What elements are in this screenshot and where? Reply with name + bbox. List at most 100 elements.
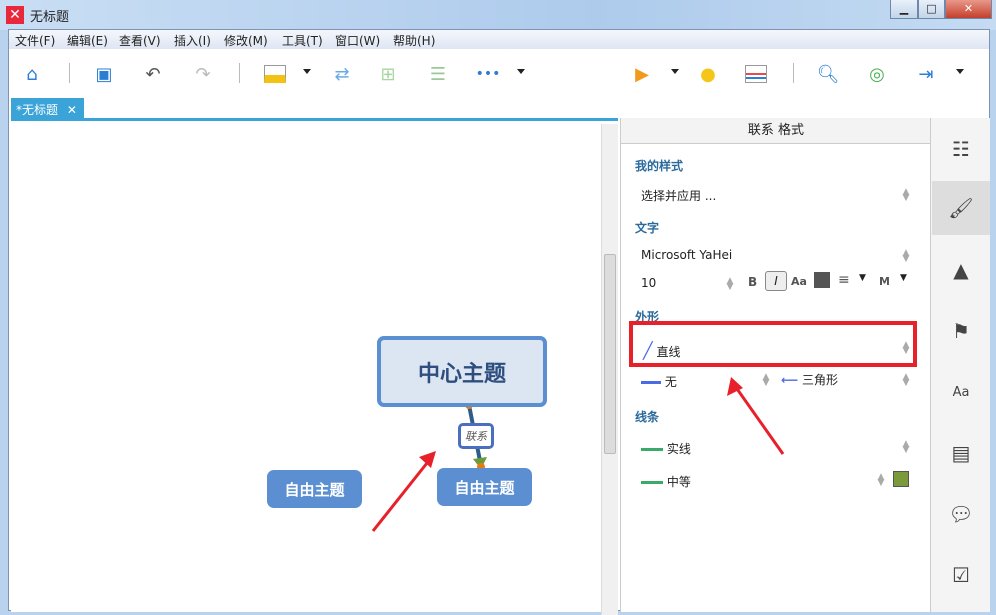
floating-topic[interactable]: 自由主题 xyxy=(267,470,362,508)
gantt-icon[interactable] xyxy=(743,61,769,87)
boundary-icon[interactable]: ⊞ xyxy=(375,61,401,87)
text-align-button[interactable]: ≡ xyxy=(838,272,850,288)
tab-strip: *无标题 ✕ xyxy=(9,97,989,119)
annotation-arrow xyxy=(727,377,785,455)
topic-icon[interactable] xyxy=(262,61,288,87)
divider xyxy=(793,63,794,83)
minimize-button[interactable]: ▁ xyxy=(890,0,918,19)
undo-icon[interactable]: ↶ xyxy=(140,61,166,87)
line-pattern-select[interactable]: 实线 xyxy=(641,440,691,457)
text-color-swatch[interactable] xyxy=(814,272,830,288)
central-topic[interactable]: 中心主题 xyxy=(377,336,547,407)
style-select[interactable]: 选择并应用 ... xyxy=(641,187,921,204)
save-icon[interactable]: ▣ xyxy=(91,61,117,87)
tab-untitled[interactable]: *无标题 ✕ xyxy=(11,98,84,119)
menu-edit[interactable]: 编辑(E) xyxy=(67,32,108,49)
close-button[interactable]: ✕ xyxy=(945,0,992,19)
home-icon[interactable]: ⌂ xyxy=(19,61,45,87)
style-spinner-icon[interactable]: ▲ ▼ xyxy=(902,188,910,203)
presentation-icon[interactable]: ▶ xyxy=(629,61,655,87)
section-line: 线条 xyxy=(635,410,660,424)
menu-help[interactable]: 帮助(H) xyxy=(393,32,435,49)
straight-line-icon: ╱ xyxy=(643,341,653,360)
window-title: 无标题 xyxy=(30,10,70,25)
summary-icon[interactable]: ☰ xyxy=(425,61,451,87)
line-shape-select[interactable]: ╱ 直线 xyxy=(643,341,680,360)
end-arrow-value: 三角形 xyxy=(802,373,839,387)
font-family-select[interactable]: Microsoft YaHei xyxy=(641,248,732,262)
menu-bar: 文件(F) 编辑(E) 查看(V) 插入(I) 修改(M) 工具(T) 窗口(W… xyxy=(9,30,989,49)
brainstorm-bulb-icon[interactable]: ● xyxy=(695,61,721,87)
redo-icon[interactable]: ↷ xyxy=(190,61,216,87)
font-size-spinner-icon[interactable]: ▲ ▼ xyxy=(726,277,734,292)
start-arrow-value: 无 xyxy=(664,375,677,389)
bold-button[interactable]: B xyxy=(748,275,757,289)
align-dropdown-icon[interactable]: ▼ xyxy=(859,273,866,283)
format-panel: 联系 格式 我的样式 选择并应用 ... ▲ ▼ 文字 Microsoft YaH… xyxy=(620,118,931,612)
annotation-arrow xyxy=(371,457,433,532)
panel-title: 联系 格式 xyxy=(621,118,931,144)
export-dropdown-icon[interactable] xyxy=(956,69,964,74)
share-icon[interactable]: ◎ xyxy=(864,61,890,87)
line-width-select[interactable]: 中等 xyxy=(641,473,691,490)
search-icon[interactable]: 🔍︎ xyxy=(815,61,841,87)
weight-dropdown-icon[interactable]: ▼ xyxy=(900,273,907,283)
floating-topic[interactable]: 自由主题 xyxy=(437,468,532,506)
line-icon xyxy=(641,381,661,384)
line-pattern-value: 实线 xyxy=(666,442,691,456)
more-dropdown-icon[interactable] xyxy=(517,69,525,74)
solid-line-icon xyxy=(641,448,663,451)
line-width-icon xyxy=(641,481,663,484)
more-icon[interactable]: ••• xyxy=(475,61,501,87)
relationship-icon[interactable]: ⇄ xyxy=(329,61,355,87)
image-icon[interactable]: ▲ xyxy=(932,243,990,297)
task-icon[interactable]: ☑ xyxy=(932,548,990,602)
divider xyxy=(239,63,240,83)
menu-modify[interactable]: 修改(M) xyxy=(224,32,268,49)
maximize-button[interactable]: □ xyxy=(918,0,945,19)
presentation-dropdown-icon[interactable] xyxy=(671,69,679,74)
relationship-label[interactable]: 联系 xyxy=(458,423,494,449)
menu-view[interactable]: 查看(V) xyxy=(119,32,161,49)
format-brush-icon[interactable]: 🖌︎ xyxy=(932,181,990,235)
mind-map-canvas[interactable]: 中心主题 联系 自由主题 自由主题 xyxy=(11,118,618,615)
font-size-field[interactable]: 10 xyxy=(641,276,656,290)
line-shape-spinner-icon[interactable]: ▲ ▼ xyxy=(902,341,910,356)
line-shape-value: 直线 xyxy=(656,345,681,359)
text-style-icon[interactable]: Aa xyxy=(932,365,990,419)
menu-insert[interactable]: 插入(I) xyxy=(174,32,211,49)
comment-icon[interactable]: 💬︎ xyxy=(932,487,990,541)
font-weight-button[interactable]: M xyxy=(879,275,890,288)
toolbar: ⌂ ▣ ↶ ↷ ⇄ ⊞ ☰ ••• ▶ ● 🔍︎ ◎ ⇥ xyxy=(9,49,989,97)
scrollbar-thumb[interactable] xyxy=(604,254,616,454)
app-logo-icon: ✕ xyxy=(6,6,24,24)
menu-window[interactable]: 窗口(W) xyxy=(335,32,380,49)
right-sidebar: ☷ 🖌︎ ▲ ⚑ Aa ▤ 💬︎ ☑ xyxy=(930,118,990,612)
export-icon[interactable]: ⇥ xyxy=(913,61,939,87)
end-arrow-spinner-icon[interactable]: ▲ ▼ xyxy=(902,373,910,388)
italic-button[interactable]: I xyxy=(765,271,787,291)
section-my-style: 我的样式 xyxy=(635,159,684,173)
line-color-swatch[interactable] xyxy=(893,471,909,487)
section-text: 文字 xyxy=(635,221,660,235)
tab-label: *无标题 xyxy=(16,103,59,117)
tab-close-icon[interactable]: ✕ xyxy=(67,103,77,117)
topic-dropdown-icon[interactable] xyxy=(303,69,311,74)
line-pattern-spinner-icon[interactable]: ▲ ▼ xyxy=(902,440,910,455)
outline-icon[interactable]: ☷ xyxy=(932,122,990,176)
divider xyxy=(69,63,70,83)
text-case-button[interactable]: Aa xyxy=(791,275,807,288)
line-width-value: 中等 xyxy=(666,475,691,489)
menu-tools[interactable]: 工具(T) xyxy=(282,32,323,49)
marker-flag-icon[interactable]: ⚑ xyxy=(932,304,990,358)
notes-icon[interactable]: ▤ xyxy=(932,426,990,480)
menu-file[interactable]: 文件(F) xyxy=(15,32,55,49)
title-bar: ✕ 无标题 ▁ □ ✕ xyxy=(0,0,996,30)
line-width-spinner-icon[interactable]: ▲ ▼ xyxy=(877,473,885,488)
annotation-arrowhead xyxy=(419,451,436,468)
vertical-scrollbar[interactable] xyxy=(601,124,618,615)
app-window: 文件(F) 编辑(E) 查看(V) 插入(I) 修改(M) 工具(T) 窗口(W… xyxy=(8,29,990,615)
font-spinner-icon[interactable]: ▲ ▼ xyxy=(902,249,910,264)
start-arrow-select[interactable]: 无 xyxy=(641,373,677,390)
style-select-value: 选择并应用 ... xyxy=(641,189,717,203)
